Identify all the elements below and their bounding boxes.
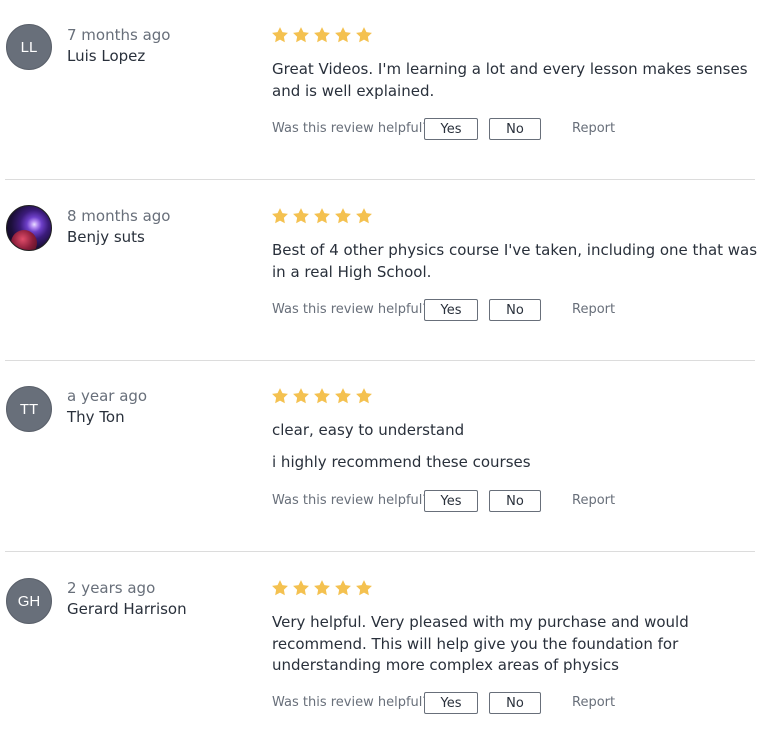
review-paragraph: Best of 4 other physics course I've take… [272,241,758,281]
reviewer-name: Gerard Harrison [67,600,187,618]
review-text: Very helpful. Very pleased with my purch… [272,612,758,677]
star-icon [334,579,352,597]
report-link[interactable]: Report [572,493,615,508]
star-icon [271,207,289,225]
star-icon [355,579,373,597]
helpful-prompt: Was this review helpful? [272,121,430,136]
review-item: TT a year ago Thy Ton clear, easy to und… [0,386,778,536]
reviewer-name: Thy Ton [67,408,125,426]
helpful-yes-button[interactable]: Yes [424,118,478,140]
avatar-image [11,230,37,250]
review-time: 2 years ago [67,579,156,597]
report-link[interactable]: Report [572,121,615,136]
star-icon [334,26,352,44]
divider [5,551,755,552]
star-icon [292,207,310,225]
star-icon [271,26,289,44]
helpful-no-button[interactable]: No [489,490,541,512]
star-icon [292,579,310,597]
review-paragraph: clear, easy to understand [272,421,465,439]
helpful-no-button[interactable]: No [489,299,541,321]
review-text: Best of 4 other physics course I've take… [272,240,758,283]
review-time: 7 months ago [67,26,171,44]
star-icon [292,387,310,405]
reviewer-name: Benjy suts [67,228,145,246]
review-item: LL 7 months ago Luis Lopez Great Videos.… [0,24,778,164]
reviewer-name: Luis Lopez [67,47,146,65]
avatar [6,205,52,251]
helpful-prompt: Was this review helpful? [272,695,430,710]
review-paragraph: Great Videos. I'm learning a lot and eve… [272,60,748,100]
star-icon [313,207,331,225]
star-rating [271,387,373,405]
divider [5,360,755,361]
review-text: Great Videos. I'm learning a lot and eve… [272,59,758,102]
review-paragraph: Very helpful. Very pleased with my purch… [272,613,689,674]
star-icon [313,26,331,44]
helpful-prompt: Was this review helpful? [272,493,430,508]
helpful-yes-button[interactable]: Yes [424,299,478,321]
review-time: 8 months ago [67,207,171,225]
star-icon [292,26,310,44]
helpful-yes-button[interactable]: Yes [424,490,478,512]
star-rating [271,26,373,44]
avatar: TT [6,386,52,432]
avatar: GH [6,578,52,624]
avatar: LL [6,24,52,70]
helpful-no-button[interactable]: No [489,118,541,140]
star-icon [355,387,373,405]
star-icon [355,26,373,44]
helpful-no-button[interactable]: No [489,692,541,714]
review-item: 8 months ago Benjy suts Best of 4 other … [0,205,778,345]
star-icon [313,387,331,405]
helpful-yes-button[interactable]: Yes [424,692,478,714]
star-icon [271,579,289,597]
star-icon [313,579,331,597]
star-icon [271,387,289,405]
divider [5,179,755,180]
star-icon [334,387,352,405]
star-rating [271,579,373,597]
report-link[interactable]: Report [572,695,615,710]
review-text: clear, easy to understand i highly recom… [272,420,758,473]
report-link[interactable]: Report [572,302,615,317]
review-time: a year ago [67,387,148,405]
review-paragraph: i highly recommend these courses [272,452,531,471]
star-rating [271,207,373,225]
star-icon [355,207,373,225]
star-icon [334,207,352,225]
helpful-prompt: Was this review helpful? [272,302,430,317]
review-item: GH 2 years ago Gerard Harrison Very help… [0,578,778,738]
